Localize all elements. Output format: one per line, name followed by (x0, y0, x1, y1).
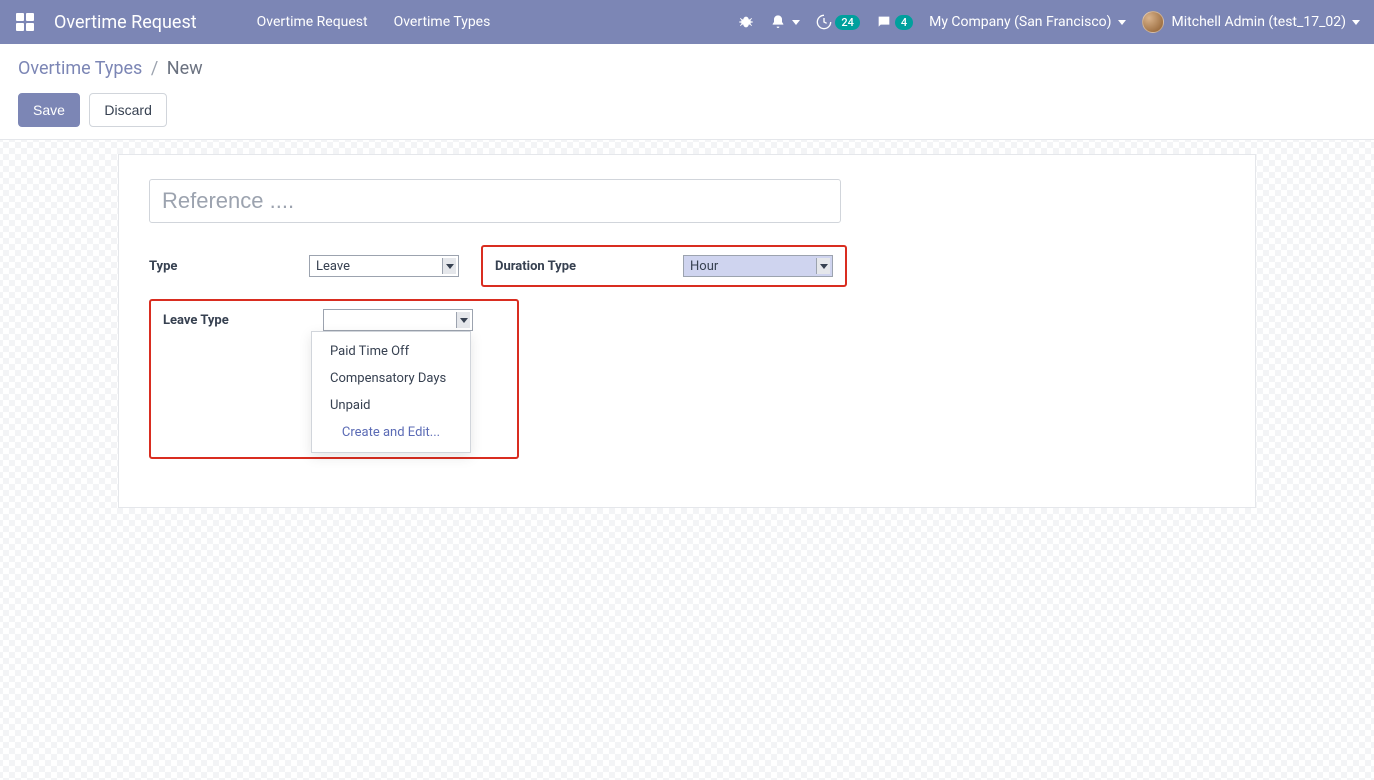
content-area: Type Leave Duration Type Hour Leave Type (0, 140, 1374, 780)
breadcrumb-current: New (167, 58, 203, 79)
leave-type-dropdown: Paid Time Off Compensatory Days Unpaid C… (311, 331, 471, 453)
debug-icon[interactable] (738, 14, 754, 30)
type-value: Leave (316, 259, 350, 274)
discuss-button[interactable]: 4 (876, 14, 913, 30)
breadcrumb-parent[interactable]: Overtime Types (18, 58, 142, 79)
reference-input[interactable] (149, 179, 841, 223)
control-panel: Overtime Types / New Save Discard (0, 44, 1374, 140)
activities-button[interactable]: 24 (816, 14, 860, 30)
dropdown-create-edit[interactable]: Create and Edit... (312, 419, 470, 446)
leave-type-select[interactable] (323, 309, 473, 331)
chevron-down-icon (442, 258, 456, 274)
discard-button[interactable]: Discard (89, 93, 166, 127)
company-label: My Company (San Francisco) (929, 14, 1111, 30)
activities-badge: 24 (835, 15, 860, 30)
type-field: Type Leave (149, 245, 459, 287)
duration-type-value: Hour (690, 259, 718, 274)
type-select[interactable]: Leave (309, 255, 459, 277)
user-menu[interactable]: Mitchell Admin (test_17_02) (1142, 11, 1360, 33)
leave-type-label: Leave Type (163, 313, 323, 328)
form-sheet: Type Leave Duration Type Hour Leave Type (118, 154, 1256, 508)
dropdown-option-pto[interactable]: Paid Time Off (312, 338, 470, 365)
app-title: Overtime Request (54, 12, 197, 33)
chevron-down-icon (816, 258, 830, 274)
duration-type-select[interactable]: Hour (683, 255, 833, 277)
apps-icon[interactable] (14, 11, 36, 33)
dropdown-option-unpaid[interactable]: Unpaid (312, 392, 470, 419)
duration-type-section: Duration Type Hour (481, 245, 847, 287)
discuss-badge: 4 (895, 15, 913, 30)
leave-type-section: Leave Type Paid Time Off Compensatory Da… (149, 299, 519, 459)
menu-overtime-request[interactable]: Overtime Request (257, 14, 368, 30)
breadcrumb: Overtime Types / New (18, 58, 1356, 79)
menu-overtime-types[interactable]: Overtime Types (394, 14, 491, 30)
user-label: Mitchell Admin (test_17_02) (1172, 14, 1346, 30)
save-button[interactable]: Save (18, 93, 80, 127)
company-switcher[interactable]: My Company (San Francisco) (929, 14, 1125, 30)
chevron-down-icon (456, 312, 470, 328)
navbar: Overtime Request Overtime Request Overti… (0, 0, 1374, 44)
dropdown-option-comp[interactable]: Compensatory Days (312, 365, 470, 392)
avatar (1142, 11, 1164, 33)
notifications-icon[interactable] (770, 14, 800, 30)
type-label: Type (149, 259, 309, 274)
duration-type-label: Duration Type (495, 259, 655, 274)
